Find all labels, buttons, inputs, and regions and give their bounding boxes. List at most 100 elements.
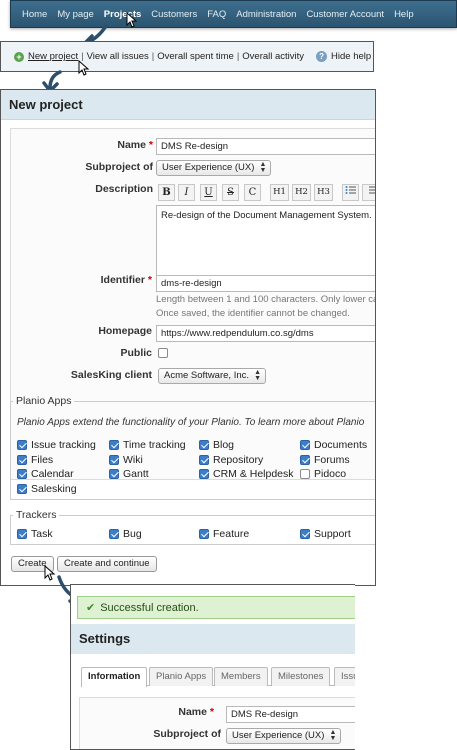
tab-planio-apps[interactable]: Planio Apps	[149, 667, 214, 686]
settings-tabs: Information Planio Apps Members Mileston…	[81, 667, 355, 687]
description-textarea[interactable]: Re-design of the Document Management Sys…	[156, 205, 375, 276]
tab-milestones[interactable]: Milestones	[271, 667, 331, 686]
app-gantt[interactable]: Gantt	[109, 468, 149, 480]
app-label: Pidoco	[314, 468, 347, 480]
checkbox[interactable]	[199, 440, 209, 450]
nav-my-page[interactable]: My page	[57, 9, 93, 20]
required-mark: *	[148, 139, 153, 151]
checkbox[interactable]	[17, 484, 27, 494]
strikethrough-button[interactable]: S	[222, 184, 239, 201]
app-label: Files	[31, 454, 54, 466]
hide-help-link[interactable]: Hide help	[331, 51, 371, 62]
planio-apps-legend: Planio Apps	[16, 395, 72, 407]
homepage-input[interactable]: https://www.redpendulum.co.sg/dms	[156, 325, 375, 342]
new-project-link[interactable]: New project	[28, 51, 78, 62]
ordered-list-icon[interactable]	[362, 184, 375, 201]
tab-members[interactable]: Members	[214, 667, 268, 686]
app-time-tracking[interactable]: Time tracking	[109, 439, 186, 451]
public-checkbox[interactable]	[158, 348, 168, 358]
name-label: Name *	[11, 139, 153, 151]
app-label: Wiki	[123, 454, 143, 466]
success-flash: ✔ Successful creation.	[77, 596, 355, 619]
create-and-continue-button[interactable]: Create and continue	[57, 556, 157, 572]
identifier-input[interactable]: dms-re-design	[156, 275, 375, 292]
checkbox[interactable]	[199, 529, 209, 539]
app-label: Blog	[213, 439, 235, 451]
app-forums[interactable]: Forums	[300, 454, 350, 466]
checkbox[interactable]	[17, 529, 27, 539]
nav-customers[interactable]: Customers	[151, 9, 197, 20]
checkbox[interactable]	[109, 529, 119, 539]
add-icon: +	[14, 51, 24, 62]
checkbox[interactable]	[17, 455, 27, 465]
nav-help[interactable]: Help	[394, 9, 414, 20]
salesking-label: SalesKing client	[70, 369, 152, 381]
app-pidoco[interactable]: Pidoco	[300, 468, 346, 480]
name-label-text: Name	[117, 139, 146, 151]
app-label: Forums	[314, 454, 350, 466]
heading1-button[interactable]: H1	[270, 184, 289, 201]
required-mark: *	[209, 706, 214, 718]
select-arrows-icon: ▲ ▼	[329, 729, 337, 742]
app-calendar[interactable]: Calendar	[17, 468, 74, 480]
tracker-feature[interactable]: Feature	[199, 528, 249, 540]
checkbox[interactable]	[300, 455, 310, 465]
italic-button[interactable]: I	[178, 184, 195, 201]
identifier-label: Identifier *	[10, 274, 152, 286]
underline-button[interactable]: U	[200, 184, 217, 201]
checkbox[interactable]	[199, 469, 209, 479]
heading2-button[interactable]: H2	[292, 184, 311, 201]
app-blog[interactable]: Blog	[199, 439, 234, 451]
checkbox[interactable]	[109, 440, 119, 450]
view-all-issues-link[interactable]: View all issues	[87, 51, 149, 62]
checkbox[interactable]	[300, 469, 310, 479]
app-crm-helpdesk[interactable]: CRM & Helpdesk	[199, 468, 294, 480]
settings-name-label-text: Name	[178, 706, 207, 718]
checkbox[interactable]	[199, 455, 209, 465]
tracker-label: Task	[31, 528, 53, 540]
unordered-list-icon[interactable]	[342, 184, 359, 201]
separator: |	[151, 51, 155, 62]
help-icon: ?	[316, 51, 328, 62]
settings-subproject-select[interactable]: User Experience (UX) ▲ ▼	[226, 728, 342, 744]
identifier-hint: Length between 1 and 100 characters. Onl…	[156, 294, 376, 305]
app-documents[interactable]: Documents	[300, 439, 367, 451]
overall-activity-link[interactable]: Overall activity	[242, 51, 304, 62]
nav-home[interactable]: Home	[22, 9, 47, 20]
app-label: Time tracking	[123, 439, 186, 451]
bold-button[interactable]: B	[158, 184, 175, 201]
nav-administration[interactable]: Administration	[236, 9, 296, 20]
checkbox[interactable]	[300, 529, 310, 539]
app-repository[interactable]: Repository	[199, 454, 263, 466]
app-files[interactable]: Files	[17, 454, 53, 466]
tracker-bug[interactable]: Bug	[109, 528, 142, 540]
checkbox[interactable]	[17, 469, 27, 479]
name-input[interactable]: DMS Re-design	[156, 138, 375, 155]
settings-title: Settings	[71, 624, 355, 654]
subproject-label: Subproject of	[85, 161, 153, 173]
overall-spent-time-link[interactable]: Overall spent time	[157, 51, 234, 62]
salesking-select[interactable]: Acme Software, Inc. ▲ ▼	[158, 368, 267, 384]
app-issue-tracking[interactable]: Issue tracking	[17, 439, 96, 451]
app-label: CRM & Helpdesk	[213, 468, 294, 480]
checkbox[interactable]	[109, 455, 119, 465]
mouse-cursor-icon	[78, 60, 90, 76]
subproject-select[interactable]: User Experience (UX) ▲ ▼	[156, 160, 272, 176]
nav-customer-account[interactable]: Customer Account	[306, 9, 384, 20]
checkbox[interactable]	[300, 440, 310, 450]
mouse-cursor-icon	[126, 12, 138, 28]
tracker-task[interactable]: Task	[17, 528, 53, 540]
settings-subproject-label: Subproject of	[153, 728, 221, 740]
nav-faq[interactable]: FAQ	[207, 9, 226, 20]
checkbox[interactable]	[109, 469, 119, 479]
checkbox[interactable]	[17, 440, 27, 450]
settings-name-input[interactable]: DMS Re-design	[226, 706, 355, 723]
tab-issues[interactable]: Issu	[334, 667, 355, 686]
heading3-button[interactable]: H3	[314, 184, 333, 201]
app-label: Salesking	[31, 483, 77, 495]
tracker-support[interactable]: Support	[300, 528, 351, 540]
tab-information[interactable]: Information	[81, 667, 148, 687]
app-wiki[interactable]: Wiki	[109, 454, 143, 466]
code-button[interactable]: C	[244, 184, 261, 201]
app-salesking[interactable]: Salesking	[17, 483, 77, 495]
